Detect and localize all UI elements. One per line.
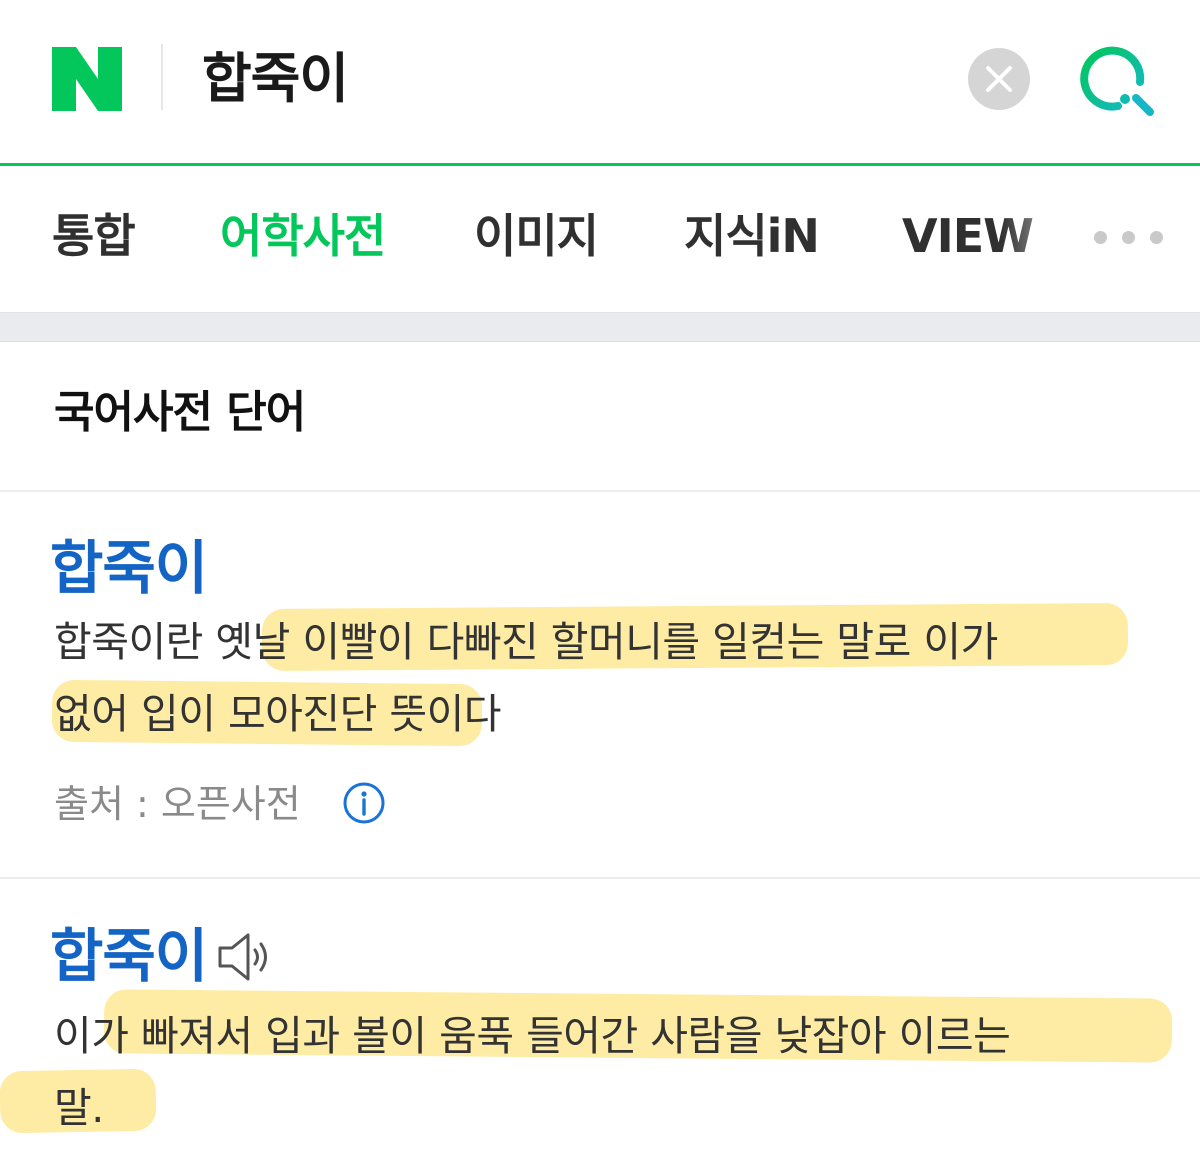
tab-fade bbox=[1000, 186, 1090, 286]
speaker-icon[interactable] bbox=[216, 930, 272, 984]
search-icon bbox=[1080, 46, 1154, 116]
search-divider bbox=[161, 44, 163, 110]
entry-word-link[interactable]: 합죽이 bbox=[50, 918, 208, 994]
tab-integrated[interactable]: 통합 bbox=[52, 206, 136, 266]
info-icon[interactable] bbox=[342, 781, 386, 825]
entry-definition-line: 말. bbox=[54, 1084, 104, 1132]
entry-source: 출처 : 오픈사전 bbox=[54, 782, 301, 826]
divider bbox=[0, 877, 1200, 879]
naver-search-page: 합죽이 통합 어학사전 이미지 지식iN VIEW 국어사전 단어 합죽이 합죽… bbox=[0, 0, 1200, 1164]
entry-word-link[interactable]: 합죽이 bbox=[50, 530, 208, 606]
section-title: 국어사전 단어 bbox=[54, 387, 306, 438]
entry-definition-line: 없어 입이 모아진단 뜻이다 bbox=[54, 690, 502, 738]
tab-dictionary[interactable]: 어학사전 bbox=[220, 206, 386, 266]
clear-icon bbox=[986, 66, 1012, 92]
clear-button[interactable] bbox=[968, 48, 1030, 110]
search-bar: 합죽이 bbox=[0, 0, 1200, 166]
section-separator bbox=[0, 312, 1200, 342]
entry-definition-line: 합죽이란 옛날 이빨이 다빠진 할머니를 일컫는 말로 이가 bbox=[54, 618, 998, 666]
tab-knowledge-in[interactable]: 지식iN bbox=[684, 206, 820, 266]
divider bbox=[0, 490, 1200, 492]
search-input[interactable]: 합죽이 bbox=[202, 44, 349, 114]
search-button[interactable] bbox=[1078, 42, 1156, 118]
search-tabs: 통합 어학사전 이미지 지식iN VIEW bbox=[0, 166, 1200, 312]
entry-definition-line: 이가 빠져서 입과 볼이 움푹 들어간 사람을 낮잡아 이르는 bbox=[54, 1012, 1011, 1060]
more-icon[interactable] bbox=[1092, 228, 1168, 248]
tab-images[interactable]: 이미지 bbox=[474, 206, 599, 266]
naver-logo-icon[interactable] bbox=[52, 47, 122, 111]
